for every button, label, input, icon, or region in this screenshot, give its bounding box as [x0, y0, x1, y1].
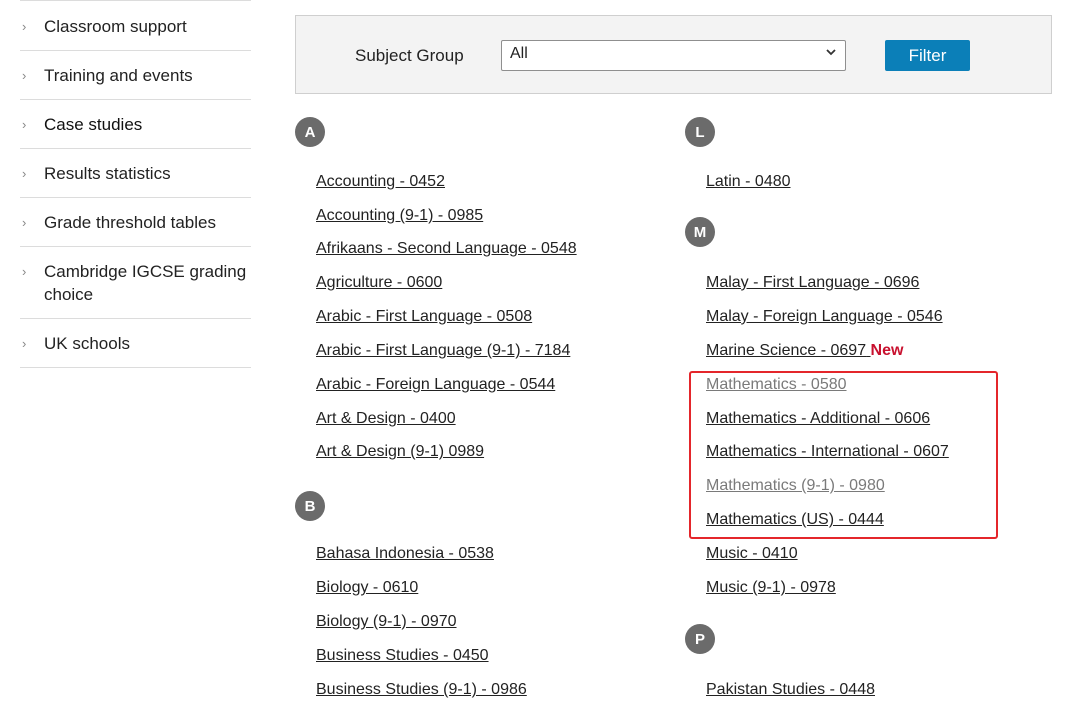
chevron-right-icon: ›: [22, 336, 27, 351]
sidebar-item-label: Training and events: [44, 66, 193, 85]
filter-button[interactable]: Filter: [885, 40, 970, 71]
subject-link[interactable]: Mathematics (9-1) - 0980: [706, 477, 885, 495]
subject-link[interactable]: Latin - 0480: [706, 173, 791, 191]
subject-link[interactable]: Arabic - First Language - 0508: [316, 308, 532, 326]
sidebar-item-label: Results statistics: [44, 164, 171, 183]
sidebar-item-classroom-support[interactable]: › Classroom support: [20, 0, 251, 51]
subject-link[interactable]: Arabic - Foreign Language - 0544: [316, 376, 555, 394]
subject-link[interactable]: Mathematics - International - 0607: [706, 443, 949, 461]
subject-link[interactable]: Mathematics - 0580: [706, 376, 847, 394]
subject-link[interactable]: Agriculture - 0600: [316, 274, 442, 292]
sidebar-item-label: Grade threshold tables: [44, 213, 216, 232]
chevron-right-icon: ›: [22, 19, 27, 34]
new-badge: New: [870, 342, 904, 359]
sidebar-item-training-and-events[interactable]: › Training and events: [20, 51, 251, 100]
sidebar-nav: › Classroom support › Training and event…: [20, 0, 251, 368]
subject-link[interactable]: Business Studies (9-1) - 0986: [316, 681, 527, 699]
subject-link[interactable]: Art & Design (9-1) 0989: [316, 443, 484, 461]
subject-link[interactable]: Pakistan Studies - 0448: [706, 681, 875, 699]
sidebar-item-case-studies[interactable]: › Case studies: [20, 100, 251, 149]
letter-b-badge: B: [295, 491, 325, 521]
subject-link[interactable]: Afrikaans - Second Language - 0548: [316, 240, 577, 258]
chevron-right-icon: ›: [22, 68, 27, 83]
chevron-right-icon: ›: [22, 166, 27, 181]
sidebar-item-label: UK schools: [44, 334, 130, 353]
subject-link[interactable]: Accounting (9-1) - 0985: [316, 207, 483, 225]
letter-l-badge: L: [685, 117, 715, 147]
subject-link[interactable]: Mathematics - Additional - 0606: [706, 410, 930, 428]
subject-link[interactable]: Business Studies - 0450: [316, 647, 489, 665]
subject-link[interactable]: Mathematics (US) - 0444: [706, 511, 884, 529]
subject-link[interactable]: Malay - First Language - 0696: [706, 274, 919, 292]
subject-link[interactable]: Biology (9-1) - 0970: [316, 613, 457, 631]
sidebar-item-label: Case studies: [44, 115, 143, 134]
sidebar-item-label: Cambridge IGCSE grading choice: [44, 262, 247, 304]
subject-link[interactable]: Marine Science - 0697: [706, 342, 866, 359]
sidebar-item-uk-schools[interactable]: › UK schools: [20, 319, 251, 368]
letter-a-badge: A: [295, 117, 325, 147]
chevron-right-icon: ›: [22, 215, 27, 230]
letter-m-badge: M: [685, 217, 715, 247]
subject-group-selected-value: All: [510, 45, 528, 62]
sidebar-item-grade-threshold-tables[interactable]: › Grade threshold tables: [20, 198, 251, 247]
marine-science-row: Marine Science - 0697 New: [706, 342, 903, 360]
sidebar-item-label: Classroom support: [44, 17, 187, 36]
subject-link[interactable]: Music (9-1) - 0978: [706, 579, 836, 597]
filter-panel: Subject Group All Filter: [295, 15, 1052, 94]
subject-link[interactable]: Accounting - 0452: [316, 173, 445, 191]
letter-p-badge: P: [685, 624, 715, 654]
subject-link[interactable]: Art & Design - 0400: [316, 410, 456, 428]
subject-link[interactable]: Arabic - First Language (9-1) - 7184: [316, 342, 570, 360]
sidebar-item-igcse-grading-choice[interactable]: › Cambridge IGCSE grading choice: [20, 247, 251, 319]
subject-link[interactable]: Malay - Foreign Language - 0546: [706, 308, 943, 326]
chevron-right-icon: ›: [22, 117, 27, 132]
subject-group-label: Subject Group: [355, 46, 464, 65]
subject-link[interactable]: Bahasa Indonesia - 0538: [316, 545, 494, 563]
subject-link[interactable]: Music - 0410: [706, 545, 798, 563]
subject-link[interactable]: Biology - 0610: [316, 579, 418, 597]
sidebar-item-results-statistics[interactable]: › Results statistics: [20, 149, 251, 198]
subject-group-select[interactable]: All: [501, 40, 846, 71]
chevron-right-icon: ›: [22, 264, 27, 279]
chevron-down-icon: [825, 46, 837, 61]
